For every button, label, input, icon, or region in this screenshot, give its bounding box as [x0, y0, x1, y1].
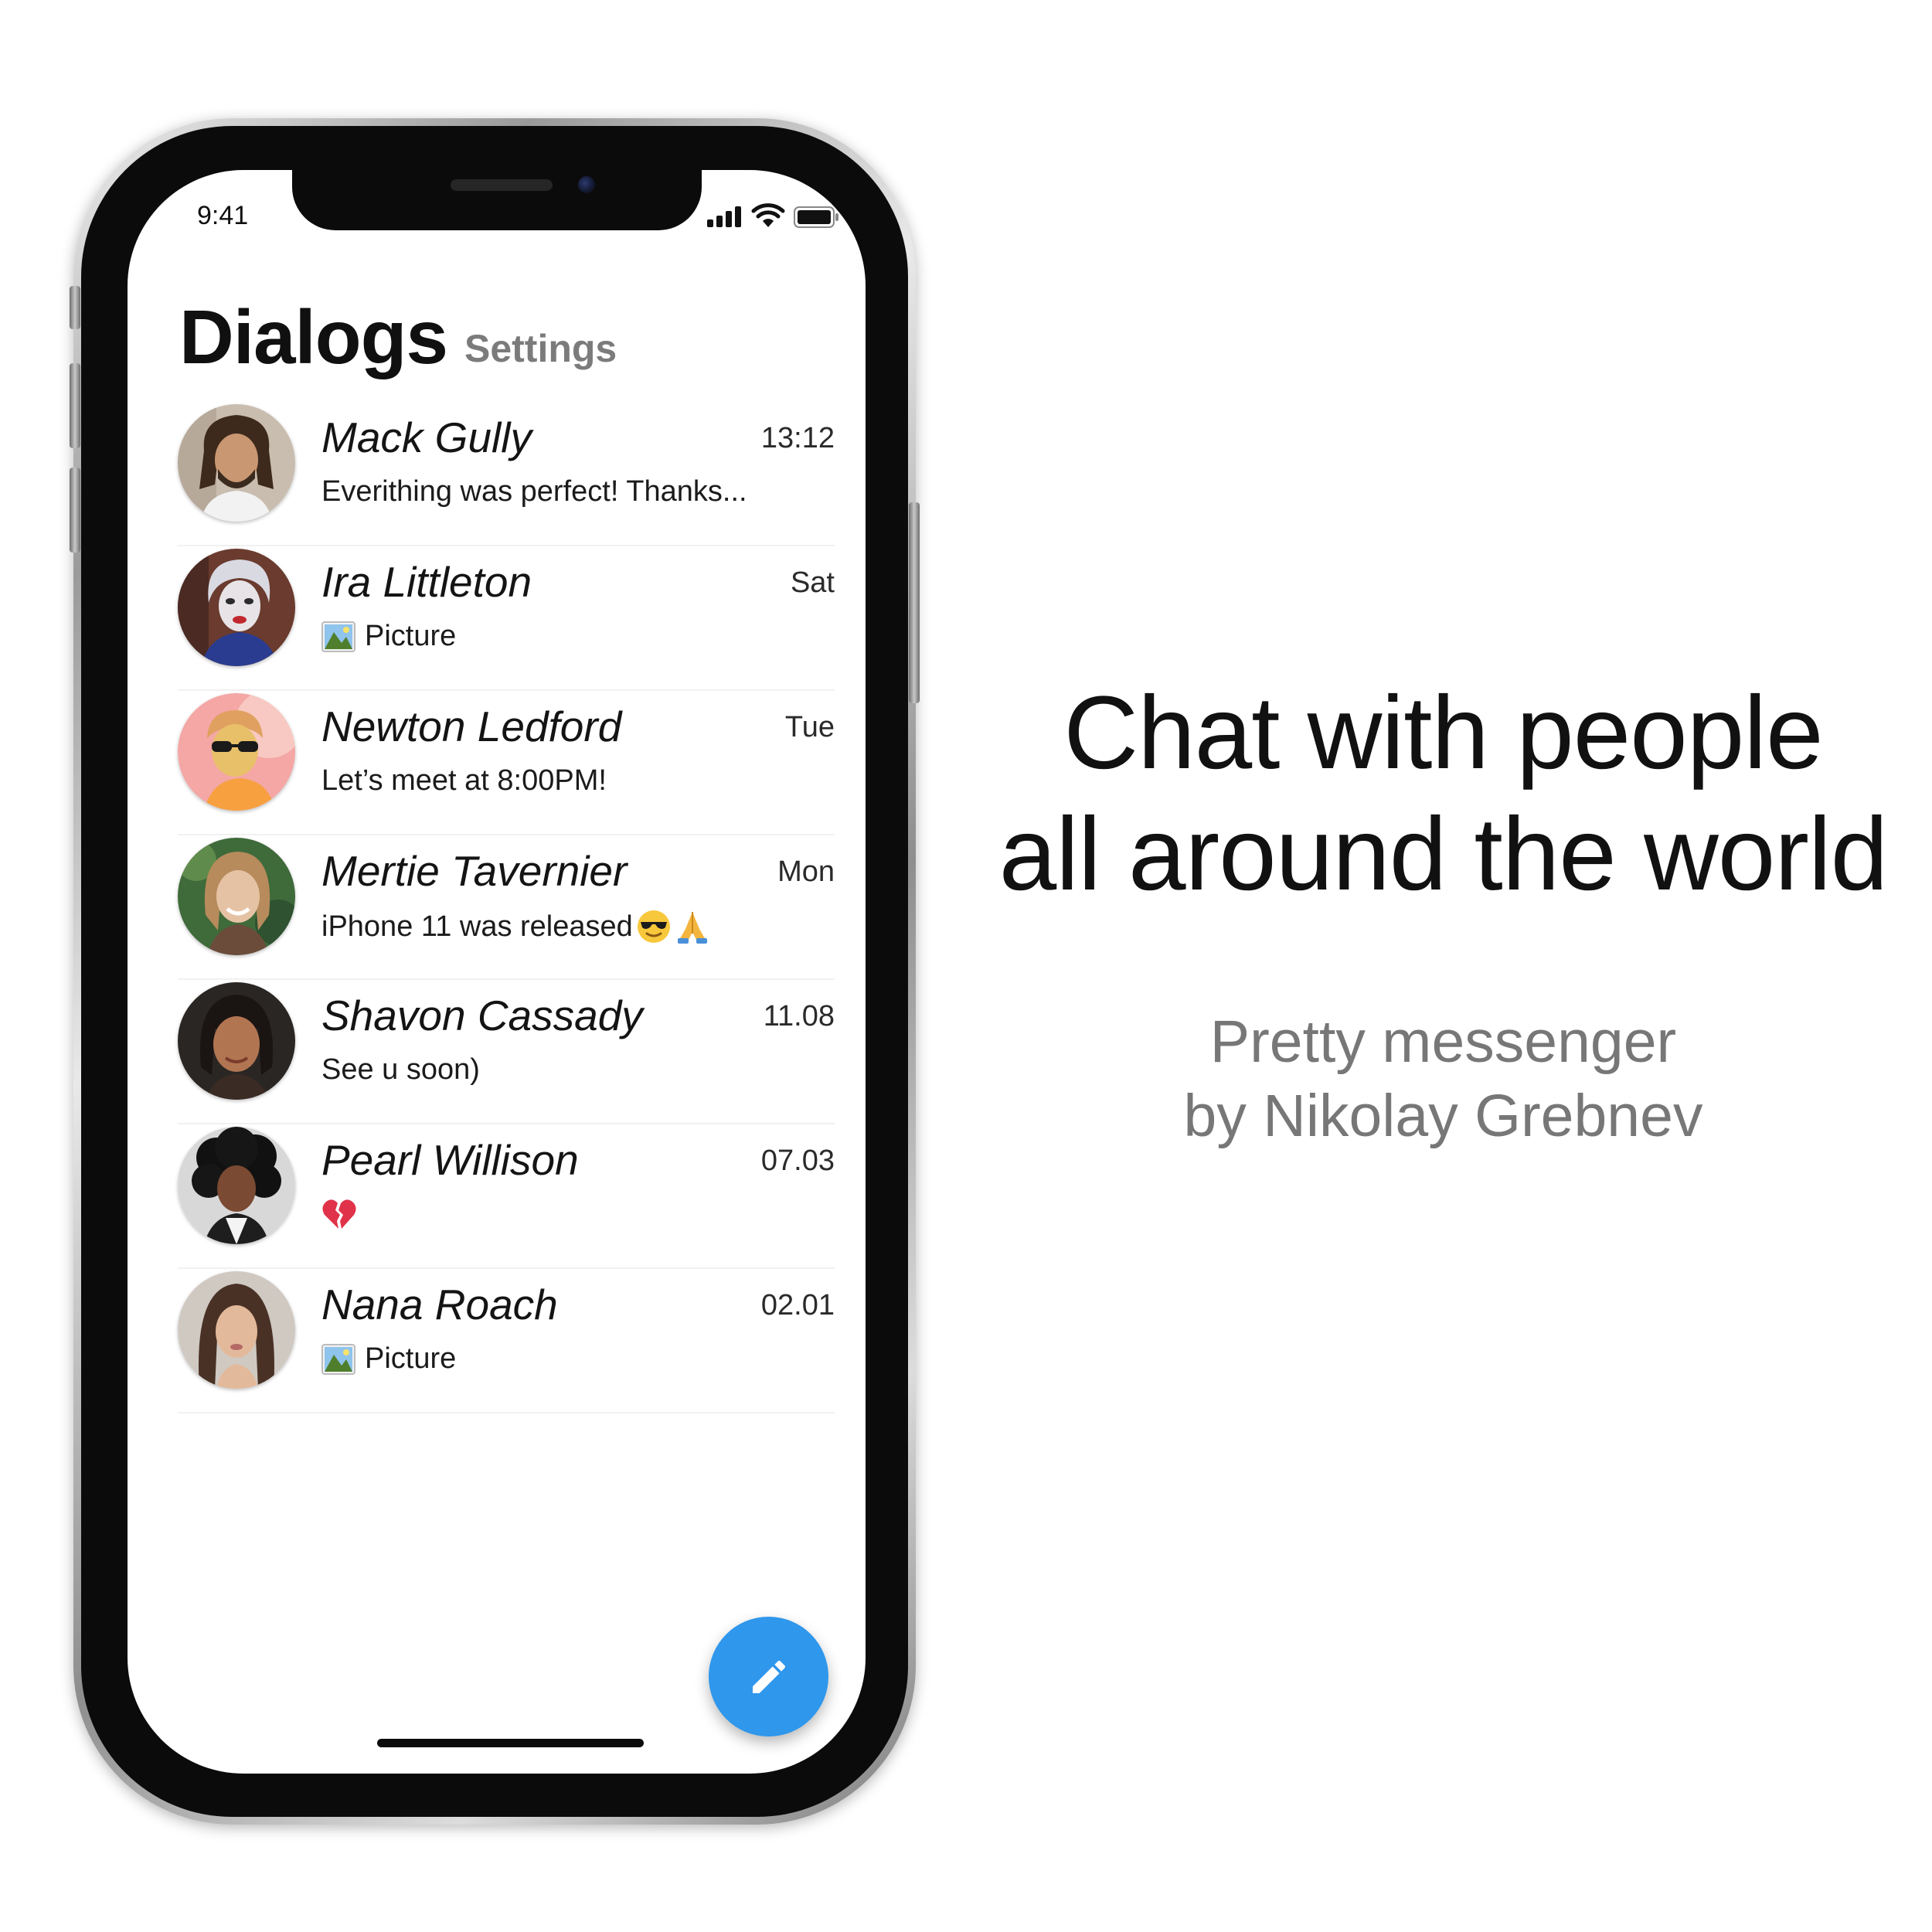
- dialog-preview-text: Let’s meet at 8:00PM!: [321, 764, 607, 797]
- promo-subline-line: by Nikolay Grebnev: [1183, 1083, 1703, 1149]
- dialog-preview: Picture: [321, 620, 456, 653]
- promo-headline-line: all around the world: [998, 797, 1889, 912]
- dialog-preview-text: Everithing was perfect! Thanks...: [321, 475, 747, 508]
- dialog-time: Sat: [790, 566, 835, 599]
- dialog-time: Tue: [784, 711, 835, 743]
- wifi-icon: [751, 203, 785, 227]
- dialog-preview: See u soon): [321, 1053, 480, 1087]
- dialog-time: 07.03: [760, 1145, 835, 1177]
- dialog-name: Newton Ledford: [321, 702, 622, 750]
- dialog-preview-text: Picture: [365, 1342, 457, 1375]
- dialog-list: Mack Gully 13:12 Everithing was perfect!…: [178, 402, 835, 1413]
- dialog-name: Shavon Cassady: [321, 992, 643, 1039]
- dialog-preview: iPhone 11 was released: [321, 909, 710, 944]
- person-curly-hair-avatar: [178, 1127, 295, 1244]
- dialog-time: 11.08: [763, 1000, 835, 1032]
- picture-icon: [321, 1343, 355, 1375]
- folded-hands-emoji: [677, 912, 707, 944]
- woman-dark-hair-avatar: [178, 982, 295, 1100]
- status-time: 9:41: [197, 201, 249, 230]
- phone-mute-switch: [70, 286, 80, 329]
- sunglasses-emoji: [637, 910, 670, 943]
- dialog-name: Nana Roach: [321, 1281, 558, 1328]
- pencil-icon: [752, 1660, 785, 1693]
- dialog-time: 02.01: [760, 1289, 835, 1321]
- phone-screen: 9:41 Dialogs Settings Mack Gully 13:12 E…: [128, 170, 866, 1774]
- dialog-preview-text: Picture: [365, 620, 457, 652]
- settings-tab[interactable]: Settings: [464, 326, 617, 371]
- dialog-preview: Everithing was perfect! Thanks...: [321, 475, 747, 509]
- row-divider: [178, 1412, 835, 1413]
- speaker-grille: [451, 179, 553, 191]
- dialog-preview: Let’s meet at 8:00PM!: [321, 764, 607, 798]
- dialog-name: Mack Gully: [321, 413, 532, 461]
- dialog-name: Mertie Tavernier: [321, 847, 628, 895]
- man-sunglasses-avatar: [178, 693, 295, 811]
- phone-power-button: [909, 502, 920, 703]
- battery-icon: [794, 206, 838, 228]
- dialog-name: Pearl Willison: [321, 1136, 579, 1184]
- dialog-row-mertie-tavernier[interactable]: Mertie Tavernier Mon iPhone 11 was relea…: [178, 835, 835, 980]
- status-icons: [707, 202, 842, 233]
- woman-long-hair-avatar: [178, 1271, 295, 1389]
- dialog-row-shavon-cassady[interactable]: Shavon Cassady 11.08 See u soon): [178, 980, 835, 1124]
- broken-heart-emoji: [322, 1199, 356, 1229]
- dialog-time: 13:12: [760, 422, 835, 454]
- person-face-paint-avatar: [178, 549, 295, 666]
- man-dreadlocks-avatar: [178, 404, 295, 522]
- promo-headline-line: Chat with people: [1063, 675, 1823, 791]
- dialog-preview: Picture: [321, 1342, 456, 1376]
- dialog-preview-text: See u soon): [321, 1053, 480, 1086]
- app-store-screenshot: 9:41 Dialogs Settings Mack Gully 13:12 E…: [0, 0, 1932, 1932]
- dialog-name: Ira Littleton: [321, 558, 532, 606]
- dialog-row-mack-gully[interactable]: Mack Gully 13:12 Everithing was perfect!…: [178, 402, 835, 546]
- dialog-row-newton-ledford[interactable]: Newton Ledford Tue Let’s meet at 8:00PM!: [178, 691, 835, 835]
- page-title: Dialogs: [179, 294, 448, 379]
- dialog-time: Mon: [777, 855, 835, 888]
- dialog-preview-text: iPhone 11 was released: [321, 910, 633, 943]
- promo-subline-line: Pretty messenger: [1209, 1009, 1677, 1075]
- notch: [292, 170, 702, 230]
- woman-smiling-avatar: [178, 838, 295, 955]
- cellular-signal-icon: [707, 206, 741, 227]
- phone-volume-down-button: [70, 468, 80, 553]
- dialog-row-ira-littleton[interactable]: Ira Littleton Sat Picture: [178, 546, 835, 691]
- home-indicator[interactable]: [377, 1739, 644, 1747]
- front-camera: [578, 176, 595, 193]
- dialog-row-pearl-willison[interactable]: Pearl Willison 07.03: [178, 1124, 835, 1269]
- picture-icon: [321, 621, 355, 652]
- dialog-row-nana-roach[interactable]: Nana Roach 02.01 Picture: [178, 1269, 835, 1413]
- dialog-preview: [321, 1198, 357, 1230]
- compose-button[interactable]: [709, 1617, 828, 1736]
- promo-headline: Chat with people all around the world: [974, 672, 1913, 915]
- promo-subline: Pretty messenger by Nikolay Grebnev: [1066, 1005, 1820, 1153]
- phone-volume-up-button: [70, 363, 80, 448]
